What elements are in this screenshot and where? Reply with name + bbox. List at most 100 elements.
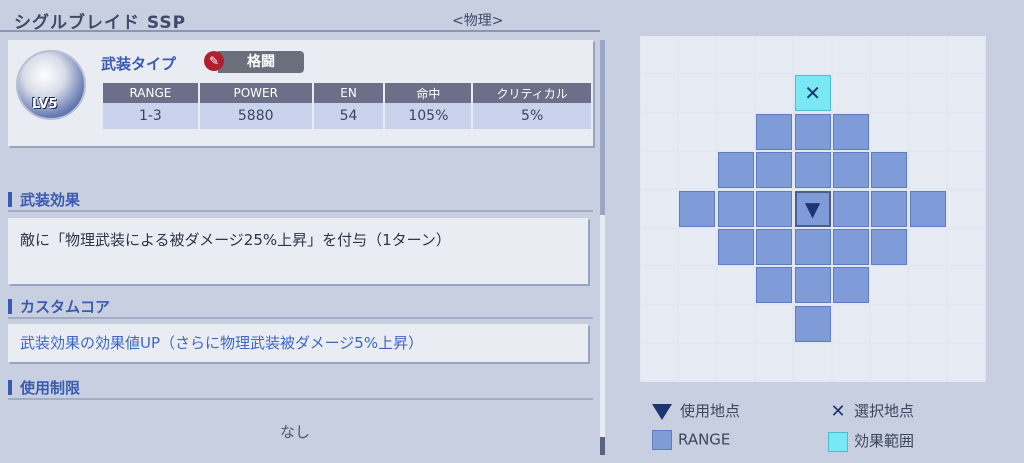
range-cell bbox=[909, 190, 946, 227]
range-cell bbox=[756, 267, 793, 304]
grid-cell bbox=[717, 75, 754, 112]
grid-cell bbox=[948, 190, 985, 227]
effect-text: 敵に「物理武装による被ダメージ25%上昇」を付与（1ターン） bbox=[20, 231, 451, 249]
weapon-type-badge: 格闘 bbox=[218, 51, 304, 73]
select-point-icon: ✕ bbox=[830, 400, 846, 422]
grid-cell bbox=[871, 305, 908, 342]
grid-cell bbox=[679, 37, 716, 73]
grid-cell bbox=[833, 305, 869, 342]
scrollbar-thumb[interactable] bbox=[600, 437, 605, 455]
stat-value: 5% bbox=[472, 103, 593, 129]
restriction-section-title: 使用制限 bbox=[8, 377, 80, 398]
select-point-icon: ✕ bbox=[804, 81, 821, 106]
grid-cell bbox=[948, 37, 985, 73]
grid-cell bbox=[756, 305, 793, 342]
range-cell bbox=[794, 229, 831, 265]
stat-value: 1-3 bbox=[103, 103, 200, 129]
stat-header: POWER bbox=[198, 83, 314, 103]
range-cell bbox=[756, 152, 793, 189]
stat-header: RANGE bbox=[103, 83, 200, 103]
grid-cell bbox=[641, 190, 677, 227]
stat-value: 54 bbox=[312, 103, 386, 129]
range-cell bbox=[679, 190, 716, 227]
range-cell bbox=[871, 190, 908, 227]
grid-cell bbox=[948, 229, 985, 265]
legend-use-point: 使用地点 bbox=[652, 400, 740, 421]
grid-cell bbox=[948, 113, 985, 150]
range-cell bbox=[717, 190, 754, 227]
stat-header: 命中 bbox=[384, 83, 474, 103]
effect-box: 敵に「物理武装による被ダメージ25%上昇」を付与（1ターン） bbox=[8, 218, 588, 284]
level-badge: LV5 bbox=[32, 97, 58, 112]
title-divider bbox=[0, 30, 600, 32]
range-cell bbox=[794, 305, 831, 342]
effect-range-swatch-icon bbox=[828, 431, 848, 452]
grid-cell bbox=[717, 37, 754, 73]
effect-range-cell: ✕ bbox=[794, 75, 831, 112]
grid-cell bbox=[641, 305, 677, 342]
grid-cell bbox=[641, 267, 677, 304]
grid-cell bbox=[871, 344, 908, 381]
grid-cell bbox=[717, 305, 754, 342]
grid-cell bbox=[948, 267, 985, 304]
custom-core-section-title: カスタムコア bbox=[8, 296, 110, 317]
use-point-cell: ▼ bbox=[794, 190, 831, 227]
melee-icon: ✎ bbox=[204, 51, 224, 71]
grid-cell bbox=[833, 344, 869, 381]
grid-cell bbox=[948, 152, 985, 189]
scrollbar[interactable] bbox=[600, 40, 605, 455]
grid-cell bbox=[641, 113, 677, 150]
grid-cell bbox=[679, 75, 716, 112]
range-cell bbox=[794, 267, 831, 304]
section-divider bbox=[8, 317, 593, 319]
unit-avatar: LV5 bbox=[16, 50, 86, 120]
range-cell bbox=[717, 152, 754, 189]
range-cell bbox=[871, 152, 908, 189]
grid-cell bbox=[833, 75, 869, 112]
grid-cell bbox=[909, 305, 946, 342]
grid-cell bbox=[909, 113, 946, 150]
grid-cell bbox=[641, 344, 677, 381]
grid-cell bbox=[641, 229, 677, 265]
range-cell bbox=[871, 229, 908, 265]
restriction-value: なし bbox=[280, 423, 311, 441]
section-divider bbox=[8, 210, 593, 212]
weapon-type-label: 武装タイプ bbox=[101, 55, 177, 73]
custom-core-box: 武装効果の効果値UP（さらに物理武装被ダメージ5%上昇） bbox=[8, 324, 588, 362]
grid-cell bbox=[871, 267, 908, 304]
grid-cell bbox=[756, 344, 793, 381]
range-cell bbox=[833, 229, 869, 265]
grid-cell bbox=[794, 344, 831, 381]
grid-cell bbox=[909, 152, 946, 189]
use-point-icon bbox=[652, 403, 672, 420]
grid-cell bbox=[909, 267, 946, 304]
range-cell bbox=[833, 267, 869, 304]
grid-cell bbox=[833, 37, 869, 73]
scrollbar-track-top bbox=[600, 40, 605, 215]
grid-cell bbox=[948, 75, 985, 112]
grid-cell bbox=[948, 344, 985, 381]
grid-cell bbox=[641, 152, 677, 189]
grid-cell bbox=[641, 37, 677, 73]
grid-cell bbox=[679, 229, 716, 265]
range-cell bbox=[794, 152, 831, 189]
grid-cell bbox=[717, 344, 754, 381]
grid-cell bbox=[794, 37, 831, 73]
grid-cell bbox=[756, 75, 793, 112]
range-cell bbox=[833, 190, 869, 227]
range-swatch-icon bbox=[652, 430, 672, 450]
range-cell bbox=[833, 113, 869, 150]
grid-cell bbox=[679, 267, 716, 304]
grid-cell bbox=[717, 113, 754, 150]
grid-cell bbox=[871, 75, 908, 112]
grid-cell bbox=[641, 75, 677, 112]
stat-value: 5880 bbox=[198, 103, 314, 129]
grid-cell bbox=[679, 113, 716, 150]
section-divider bbox=[8, 398, 593, 400]
effect-section-title: 武装効果 bbox=[8, 189, 80, 210]
legend-range: RANGE bbox=[652, 430, 730, 450]
grid-cell bbox=[909, 344, 946, 381]
custom-core-text: 武装効果の効果値UP（さらに物理武装被ダメージ5%上昇） bbox=[20, 334, 424, 352]
stat-header: クリティカル bbox=[472, 83, 593, 103]
use-point-icon: ▼ bbox=[804, 196, 821, 221]
